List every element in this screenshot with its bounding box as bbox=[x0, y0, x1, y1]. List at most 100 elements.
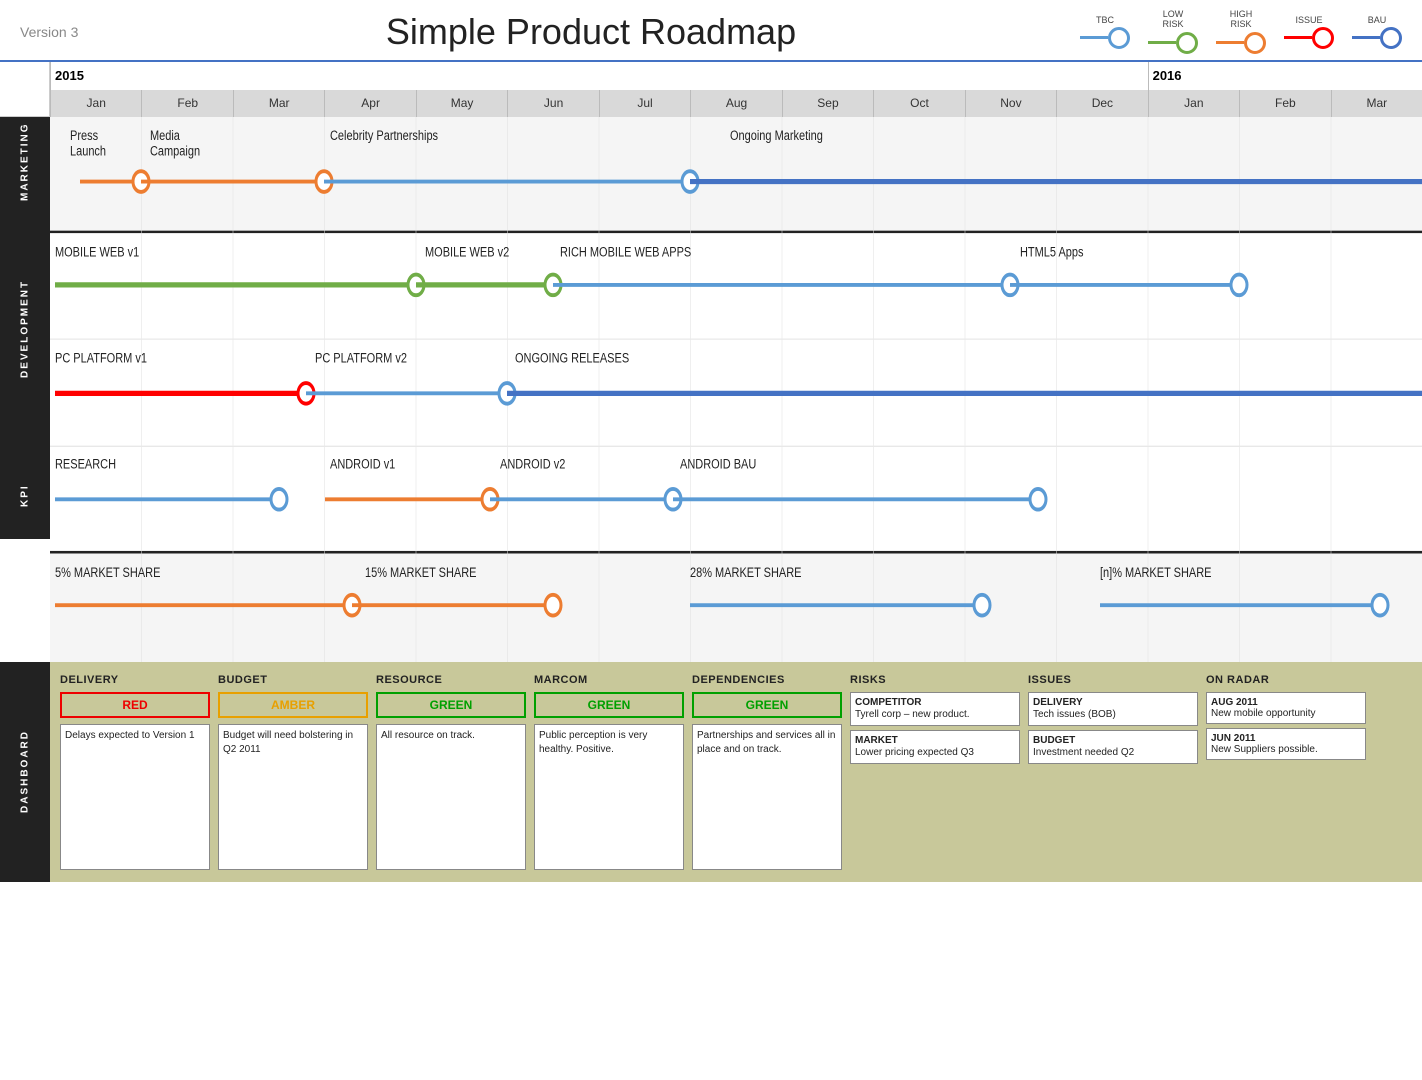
dashboard-label: DASHBOARD bbox=[0, 662, 50, 882]
dash-risk-1-heading: MARKET bbox=[855, 735, 1015, 746]
dash-radar-item-1: JUN 2011 New Suppliers possible. bbox=[1206, 728, 1366, 760]
month-dec: Dec bbox=[1056, 90, 1147, 117]
month-row: Jan Feb Mar Apr May Jun Jul Aug Sep Oct … bbox=[50, 90, 1422, 117]
dash-marcom: MARCOM GREEN Public perception is very h… bbox=[534, 674, 684, 870]
milestone-research bbox=[271, 489, 287, 510]
svg-text:Ongoing Marketing: Ongoing Marketing bbox=[730, 128, 823, 144]
legend-high-risk: HIGHRISK bbox=[1216, 10, 1266, 54]
dash-delivery-title: DELIVERY bbox=[60, 674, 210, 686]
legend: TBC LOWRISK HIGHRISK ISSUE bbox=[1042, 10, 1402, 54]
dash-resource-title: RESOURCE bbox=[376, 674, 526, 686]
dash-risk-0-heading: COMPETITOR bbox=[855, 697, 1015, 708]
legend-bau-circle bbox=[1380, 27, 1402, 49]
dash-risks: RISKS COMPETITOR Tyrell corp – new produ… bbox=[850, 674, 1020, 870]
dash-resource-text: All resource on track. bbox=[376, 724, 526, 870]
dashboard-content: DELIVERY RED Delays expected to Version … bbox=[50, 662, 1422, 882]
svg-text:RICH MOBILE WEB APPS: RICH MOBILE WEB APPS bbox=[560, 244, 691, 260]
svg-text:MOBILE WEB v1: MOBILE WEB v1 bbox=[55, 244, 139, 260]
svg-text:RESEARCH: RESEARCH bbox=[55, 456, 116, 472]
legend-low-risk-circle bbox=[1176, 32, 1198, 54]
svg-text:[n]% MARKET SHARE: [n]% MARKET SHARE bbox=[1100, 564, 1212, 580]
dash-deps-badge: GREEN bbox=[692, 692, 842, 718]
version-label: Version 3 bbox=[20, 24, 140, 40]
milestone-n-market bbox=[1372, 595, 1388, 616]
dash-risk-item-1: MARKET Lower pricing expected Q3 bbox=[850, 730, 1020, 764]
dash-risks-title: RISKS bbox=[850, 674, 1020, 686]
dash-budget-title: BUDGET bbox=[218, 674, 368, 686]
dash-issue-1-heading: BUDGET bbox=[1033, 735, 1193, 746]
svg-text:ANDROID v2: ANDROID v2 bbox=[500, 456, 565, 472]
milestone-15-market bbox=[545, 595, 561, 616]
dash-issue-0-heading: DELIVERY bbox=[1033, 697, 1193, 708]
dash-resource: RESOURCE GREEN All resource on track. bbox=[376, 674, 526, 870]
development-label: DEVELOPMENT bbox=[0, 205, 50, 451]
dash-issue-1-text: Investment needed Q2 bbox=[1033, 746, 1193, 759]
month-mar2: Mar bbox=[1331, 90, 1422, 117]
legend-tbc-label: TBC bbox=[1096, 15, 1114, 25]
month-jun: Jun bbox=[507, 90, 598, 117]
month-oct: Oct bbox=[873, 90, 964, 117]
dash-risk-0-text: Tyrell corp – new product. bbox=[855, 708, 1015, 721]
dash-issue-0-text: Tech issues (BOB) bbox=[1033, 708, 1193, 721]
legend-bau: BAU bbox=[1352, 15, 1402, 49]
milestone-android-bau bbox=[1030, 489, 1046, 510]
row-labels: MARKETING DEVELOPMENT KPI bbox=[0, 62, 50, 662]
dash-delivery-text: Delays expected to Version 1 bbox=[60, 724, 210, 870]
svg-text:28% MARKET SHARE: 28% MARKET SHARE bbox=[690, 564, 802, 580]
gantt-body: Press Launch Media Campaign Celebrity Pa… bbox=[50, 117, 1422, 662]
page-header: Version 3 Simple Product Roadmap TBC LOW… bbox=[0, 0, 1422, 62]
month-jan2: Jan bbox=[1148, 90, 1239, 117]
dash-budget: BUDGET AMBER Budget will need bolstering… bbox=[218, 674, 368, 870]
legend-low-risk: LOWRISK bbox=[1148, 10, 1198, 54]
svg-text:ONGOING RELEASES: ONGOING RELEASES bbox=[515, 350, 629, 366]
svg-text:5% MARKET SHARE: 5% MARKET SHARE bbox=[55, 564, 160, 580]
kpi-label: KPI bbox=[0, 451, 50, 539]
legend-issue-circle bbox=[1312, 27, 1334, 49]
month-aug: Aug bbox=[690, 90, 781, 117]
svg-text:Media: Media bbox=[150, 128, 181, 144]
dash-deps-text: Partnerships and services all in place a… bbox=[692, 724, 842, 870]
dash-risk-1-text: Lower pricing expected Q3 bbox=[855, 746, 1015, 759]
dash-budget-badge: AMBER bbox=[218, 692, 368, 718]
legend-tbc: TBC bbox=[1080, 15, 1130, 49]
dash-issues: ISSUES DELIVERY Tech issues (BOB) BUDGET… bbox=[1028, 674, 1198, 870]
dash-marcom-badge: GREEN bbox=[534, 692, 684, 718]
dash-radar-0-date: AUG 2011 bbox=[1211, 697, 1361, 708]
milestone-28-market bbox=[974, 595, 990, 616]
dash-risk-item-0: COMPETITOR Tyrell corp – new product. bbox=[850, 692, 1020, 726]
month-feb2: Feb bbox=[1239, 90, 1330, 117]
dash-on-radar: ON RADAR AUG 2011 New mobile opportunity… bbox=[1206, 674, 1366, 870]
dash-radar-title: ON RADAR bbox=[1206, 674, 1366, 686]
svg-text:PC PLATFORM v2: PC PLATFORM v2 bbox=[315, 350, 407, 366]
month-apr: Apr bbox=[324, 90, 415, 117]
svg-text:15% MARKET SHARE: 15% MARKET SHARE bbox=[365, 564, 477, 580]
dash-budget-text: Budget will need bolstering in Q2 2011 bbox=[218, 724, 368, 870]
svg-text:HTML5 Apps: HTML5 Apps bbox=[1020, 244, 1084, 260]
month-feb: Feb bbox=[141, 90, 232, 117]
milestone-html5-apps bbox=[1231, 274, 1247, 295]
dash-marcom-text: Public perception is very healthy. Posit… bbox=[534, 724, 684, 870]
month-mar: Mar bbox=[233, 90, 324, 117]
svg-text:Celebrity Partnerships: Celebrity Partnerships bbox=[330, 128, 438, 144]
dashboard: DASHBOARD DELIVERY RED Delays expected t… bbox=[0, 662, 1422, 882]
month-sep: Sep bbox=[782, 90, 873, 117]
dash-resource-badge: GREEN bbox=[376, 692, 526, 718]
svg-text:PC PLATFORM v1: PC PLATFORM v1 bbox=[55, 350, 147, 366]
dash-marcom-title: MARCOM bbox=[534, 674, 684, 686]
svg-text:Press: Press bbox=[70, 128, 98, 144]
header-spacer bbox=[0, 62, 50, 117]
legend-tbc-circle bbox=[1108, 27, 1130, 49]
legend-bau-label: BAU bbox=[1368, 15, 1387, 25]
month-nov: Nov bbox=[965, 90, 1056, 117]
dash-radar-1-date: JUN 2011 bbox=[1211, 733, 1361, 744]
dash-radar-1-text: New Suppliers possible. bbox=[1211, 744, 1361, 755]
gantt-svg: Press Launch Media Campaign Celebrity Pa… bbox=[50, 117, 1422, 662]
legend-low-risk-label: LOWRISK bbox=[1162, 10, 1183, 30]
svg-text:Campaign: Campaign bbox=[150, 143, 200, 159]
month-jul: Jul bbox=[599, 90, 690, 117]
svg-text:Launch: Launch bbox=[70, 143, 106, 159]
legend-issue: ISSUE bbox=[1284, 15, 1334, 49]
dash-issue-item-0: DELIVERY Tech issues (BOB) bbox=[1028, 692, 1198, 726]
marketing-label: MARKETING bbox=[0, 117, 50, 205]
timeline-header: 2015 2016 Jan Feb Mar Apr May Jun Jul Au… bbox=[50, 62, 1422, 117]
